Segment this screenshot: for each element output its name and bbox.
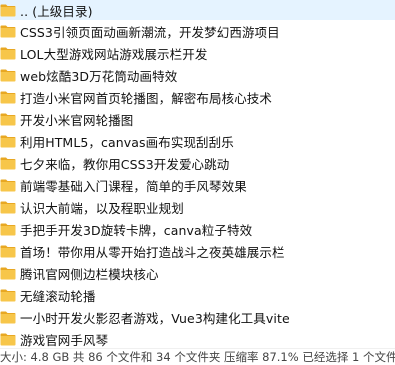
status-text: 大小: 4.8 GB 共 86 个文件和 34 个文件夹 压缩率 87.1% 已… — [0, 350, 395, 364]
folder-row[interactable]: LOL大型游戏网站游戏展示栏开发 — [0, 42, 395, 64]
folder-icon — [0, 333, 16, 346]
folder-icon — [0, 113, 16, 126]
folder-row[interactable]: 开发小米官网轮播图 — [0, 108, 395, 130]
folder-icon — [0, 311, 16, 324]
folder-icon — [0, 91, 16, 104]
folder-icon — [0, 157, 16, 170]
folder-icon — [0, 69, 16, 82]
file-name: 手把手开发3D旋转卡牌，canva粒子特效 — [20, 222, 253, 238]
folder-row[interactable]: 首场！带你用从零开始打造战斗之夜英雄展示栏 — [0, 240, 395, 262]
file-list: .. (上级目录) CSS3引领页面动画新潮流，开发梦幻西游项目 LOL大型游戏网站… — [0, 0, 395, 349]
file-name: 利用HTML5，canvas画布实现刮刮乐 — [20, 134, 234, 150]
file-name: 前端零基础入门课程，简单的手风琴效果 — [20, 178, 247, 194]
folder-row[interactable]: 打造小米官网首页轮播图，解密布局核心技术 — [0, 86, 395, 108]
folder-row[interactable]: 认识大前端，以及程职业规划 — [0, 196, 395, 218]
folder-icon — [0, 245, 16, 258]
folder-row[interactable]: 无缝滚动轮播 — [0, 284, 395, 306]
folder-row[interactable]: 游戏官网手风琴 — [0, 328, 395, 349]
file-name: .. (上级目录) — [20, 3, 93, 19]
file-name: 开发小米官网轮播图 — [20, 112, 134, 128]
folder-icon — [0, 267, 16, 280]
folder-row[interactable]: 一小时开发火影忍者游戏，Vue3构建化工具vite — [0, 306, 395, 328]
folder-row[interactable]: 手把手开发3D旋转卡牌，canva粒子特效 — [0, 218, 395, 240]
folder-icon — [0, 47, 16, 60]
folder-row[interactable]: 七夕来临，教你用CSS3开发爱心跳动 — [0, 152, 395, 174]
folder-icon — [0, 289, 16, 302]
file-name: 无缝滚动轮播 — [20, 288, 96, 304]
folder-row[interactable]: 前端零基础入门课程，简单的手风琴效果 — [0, 174, 395, 196]
folder-icon — [0, 223, 16, 236]
parent-directory-row[interactable]: .. (上级目录) — [0, 0, 395, 20]
up-folder-icon — [0, 4, 16, 17]
folder-icon — [0, 201, 16, 214]
file-name: 认识大前端，以及程职业规划 — [20, 200, 184, 216]
file-name: web炫酷3D万花筒动画特效 — [20, 68, 178, 84]
status-bar: 大小: 4.8 GB 共 86 个文件和 34 个文件夹 压缩率 87.1% 已… — [0, 348, 395, 365]
file-name: 游戏官网手风琴 — [20, 332, 109, 348]
folder-icon — [0, 25, 16, 38]
file-name: CSS3引领页面动画新潮流，开发梦幻西游项目 — [20, 24, 280, 40]
file-name: 腾讯官网侧边栏模块核心 — [20, 266, 159, 282]
folder-row[interactable]: 利用HTML5，canvas画布实现刮刮乐 — [0, 130, 395, 152]
folder-row[interactable]: web炫酷3D万花筒动画特效 — [0, 64, 395, 86]
folder-row[interactable]: 腾讯官网侧边栏模块核心 — [0, 262, 395, 284]
file-name: 首场！带你用从零开始打造战斗之夜英雄展示栏 — [20, 244, 285, 260]
folder-row[interactable]: CSS3引领页面动画新潮流，开发梦幻西游项目 — [0, 20, 395, 42]
file-name: 打造小米官网首页轮播图，解密布局核心技术 — [20, 90, 273, 106]
file-name: LOL大型游戏网站游戏展示栏开发 — [20, 46, 208, 62]
folder-icon — [0, 179, 16, 192]
file-name: 七夕来临，教你用CSS3开发爱心跳动 — [20, 156, 230, 172]
folder-icon — [0, 135, 16, 148]
file-name: 一小时开发火影忍者游戏，Vue3构建化工具vite — [20, 310, 290, 326]
